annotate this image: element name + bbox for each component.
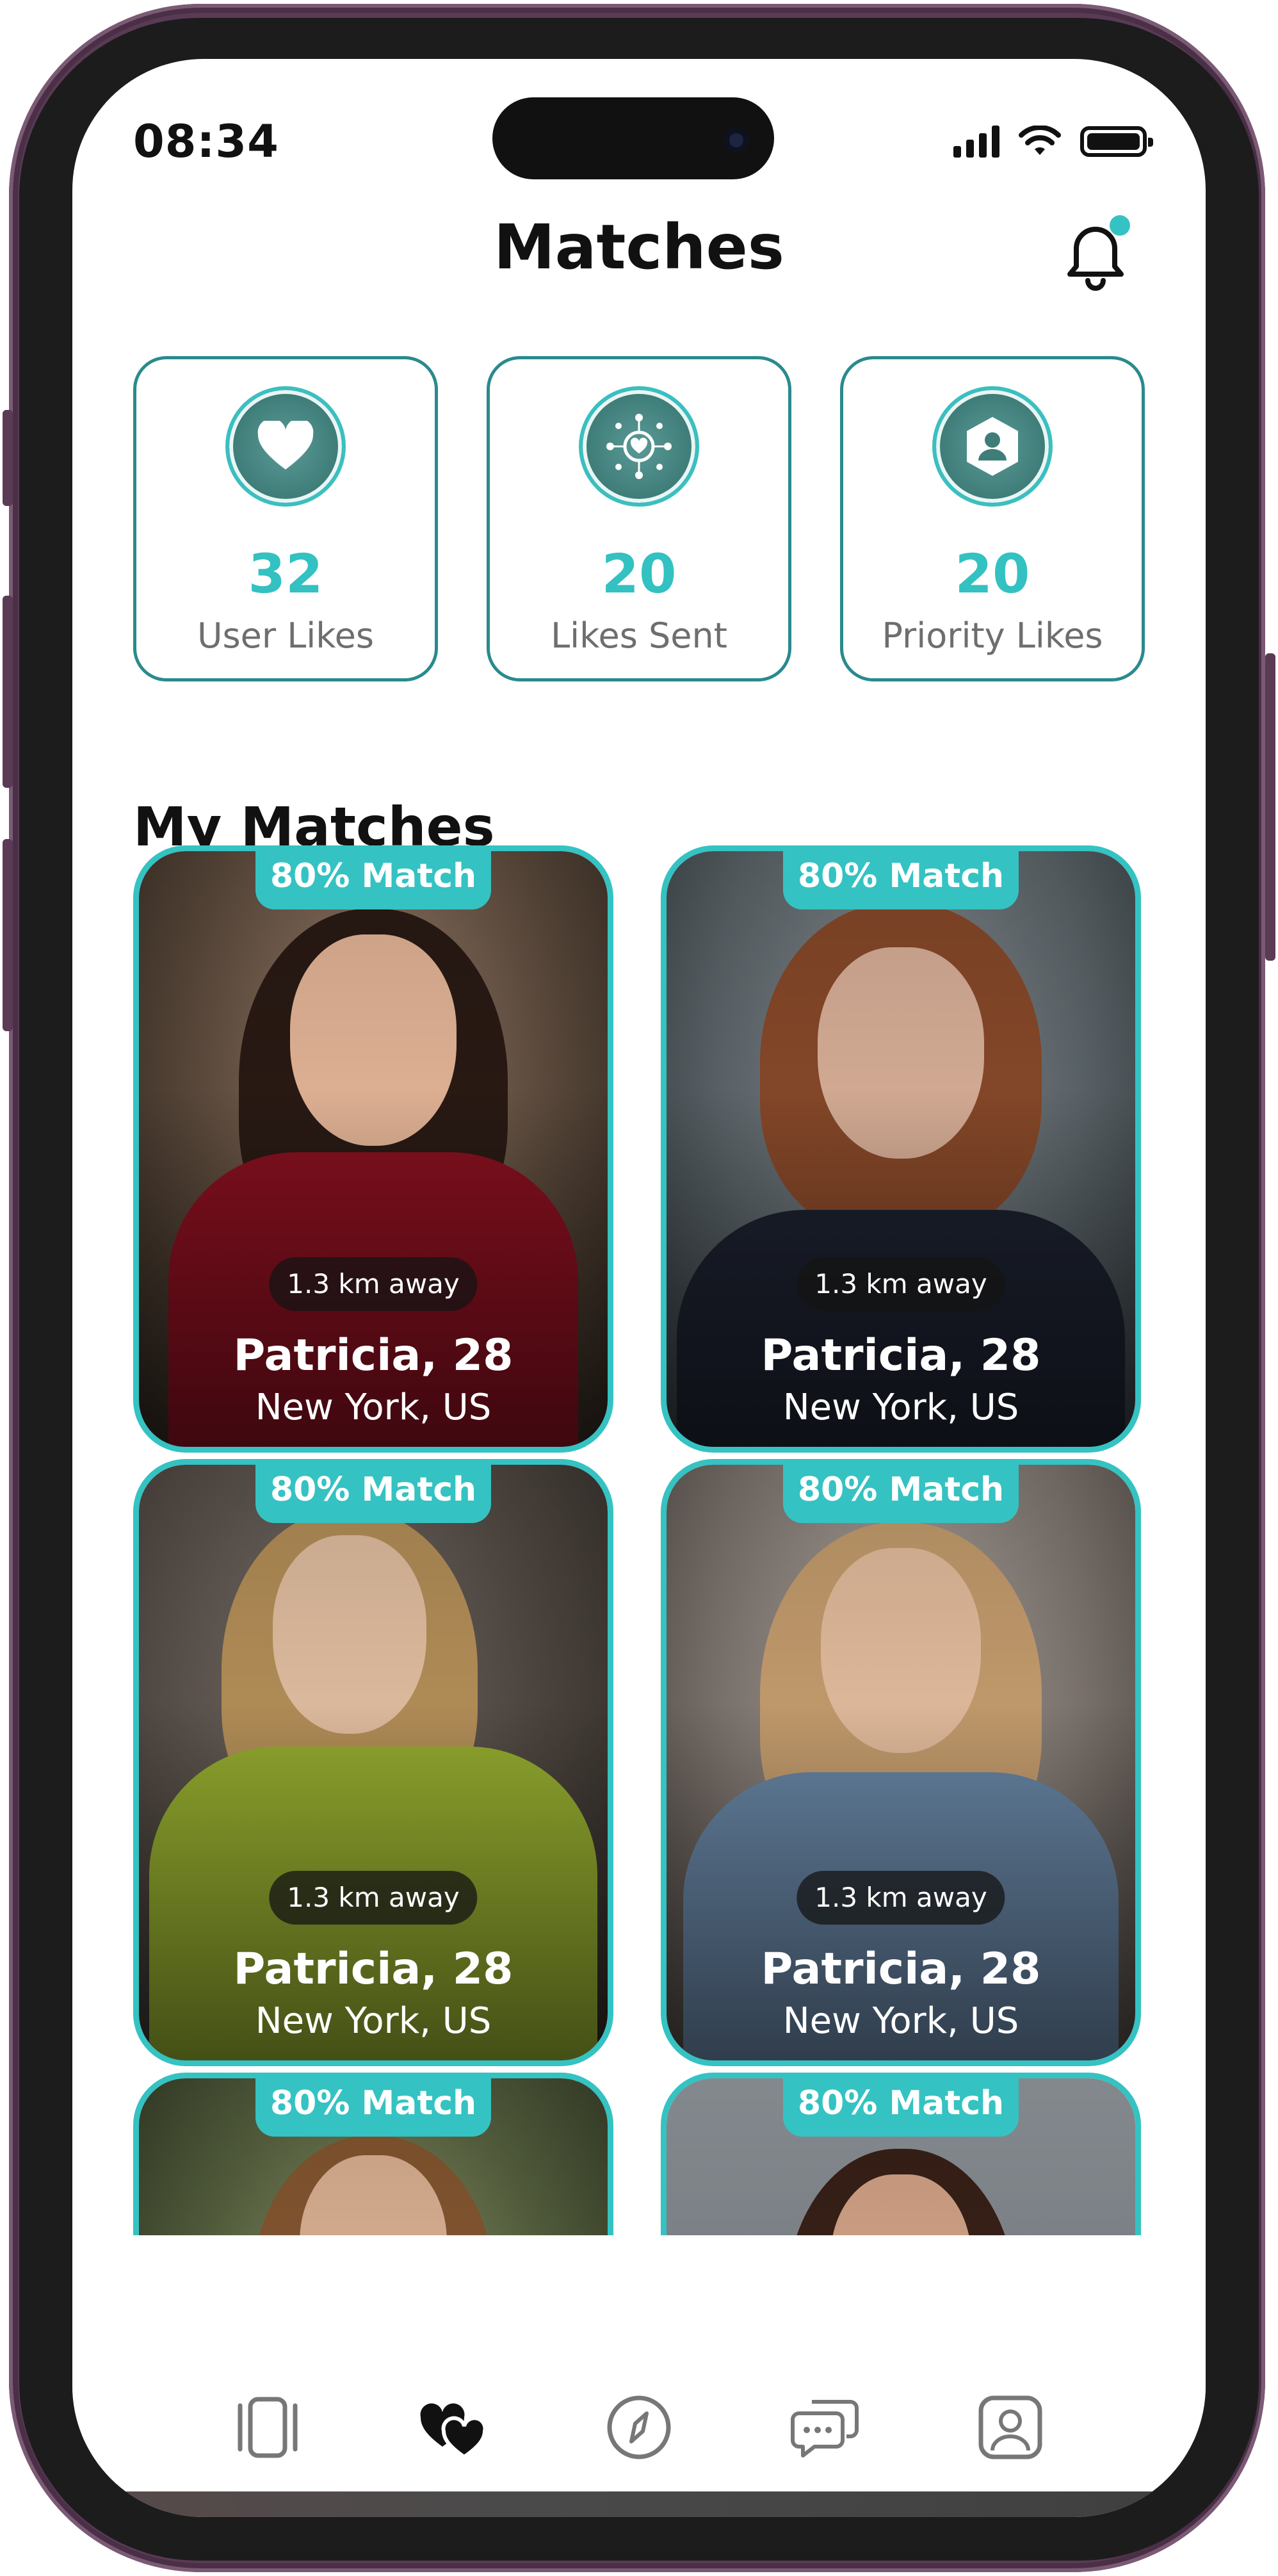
stat-label: Likes Sent [551, 615, 727, 656]
match-card[interactable]: 80% Match 1.3 km away Patricia, 28 New Y… [133, 1459, 613, 2066]
cards-icon [238, 2397, 298, 2458]
network-heart-icon [579, 386, 699, 507]
dynamic-island [492, 97, 774, 179]
match-card[interactable]: 80% Match 1.3 km away Patricia, 28 New Y… [133, 845, 613, 1453]
match-percent-badge: 80% Match [783, 851, 1019, 909]
match-percent-badge: 80% Match [783, 1465, 1019, 1523]
status-icons [953, 126, 1153, 158]
stat-user-likes[interactable]: 32 User Likes [133, 356, 438, 681]
match-name: Patricia, 28 [761, 1330, 1041, 1381]
match-card[interactable]: 80% Match 1.3 km away Patricia, 28 New Y… [661, 845, 1141, 1453]
match-name: Patricia, 28 [761, 1944, 1041, 1994]
stat-value: 20 [601, 542, 677, 605]
stat-priority-likes[interactable]: 20 Priority Likes [840, 356, 1145, 681]
match-percent-badge: 80% Match [255, 1465, 491, 1523]
bottom-nav [72, 2363, 1206, 2491]
match-location: New York, US [782, 1387, 1019, 1428]
match-percent-badge: 80% Match [783, 2078, 1019, 2137]
match-card[interactable]: 80% Match 1.3 km away Patricia, 28 New Y… [661, 1459, 1141, 2066]
badge-user-icon [932, 386, 1053, 507]
bell-icon[interactable] [1057, 211, 1134, 295]
stat-label: Priority Likes [882, 615, 1103, 656]
nav-explore[interactable] [601, 2389, 677, 2466]
volume-down-button [3, 839, 13, 1031]
stat-value: 20 [955, 542, 1030, 605]
match-location: New York, US [782, 2000, 1019, 2042]
chat-icon [791, 2400, 859, 2458]
power-button [1265, 653, 1275, 961]
app-screen: 08:34 Matches 32 User Likes 20 Likes Sen… [72, 59, 1206, 2517]
action-button [3, 410, 13, 506]
compass-icon [607, 2395, 671, 2459]
matches-grid: 80% Match 1.3 km away Patricia, 28 New Y… [133, 845, 1151, 2235]
match-location: New York, US [255, 1387, 492, 1428]
match-location: New York, US [255, 2000, 492, 2042]
nav-chat[interactable] [786, 2389, 863, 2466]
distance-pill: 1.3 km away [269, 1257, 478, 1311]
volume-up-button [3, 596, 13, 788]
nav-profile[interactable] [972, 2389, 1049, 2466]
match-card[interactable]: 80% Match [133, 2073, 613, 2235]
nav-cards[interactable] [229, 2389, 306, 2466]
distance-pill: 1.3 km away [269, 1871, 478, 1925]
stat-value: 32 [248, 542, 323, 605]
heart-icon [225, 386, 346, 507]
page-title: Matches [494, 211, 784, 283]
match-name: Patricia, 28 [233, 1330, 514, 1381]
profile-icon [978, 2395, 1042, 2459]
battery-icon [1080, 126, 1153, 157]
stat-likes-sent[interactable]: 20 Likes Sent [487, 356, 791, 681]
distance-pill: 1.3 km away [797, 1257, 1005, 1311]
match-name: Patricia, 28 [233, 1944, 514, 1994]
wifi-icon [1019, 126, 1061, 155]
nav-matches[interactable] [415, 2389, 492, 2466]
stat-label: User Likes [197, 615, 375, 656]
match-card[interactable]: 80% Match [661, 2073, 1141, 2235]
signal-icon [953, 126, 999, 158]
match-percent-badge: 80% Match [255, 851, 491, 909]
status-time: 08:34 [133, 115, 279, 168]
notification-dot [1110, 215, 1130, 236]
stats-row: 32 User Likes 20 Likes Sent 20 Priority … [133, 356, 1145, 681]
content-peek-strip [72, 2491, 1206, 2517]
hearts-icon [420, 2403, 487, 2459]
distance-pill: 1.3 km away [797, 1871, 1005, 1925]
match-percent-badge: 80% Match [255, 2078, 491, 2137]
camera-icon [724, 128, 748, 152]
